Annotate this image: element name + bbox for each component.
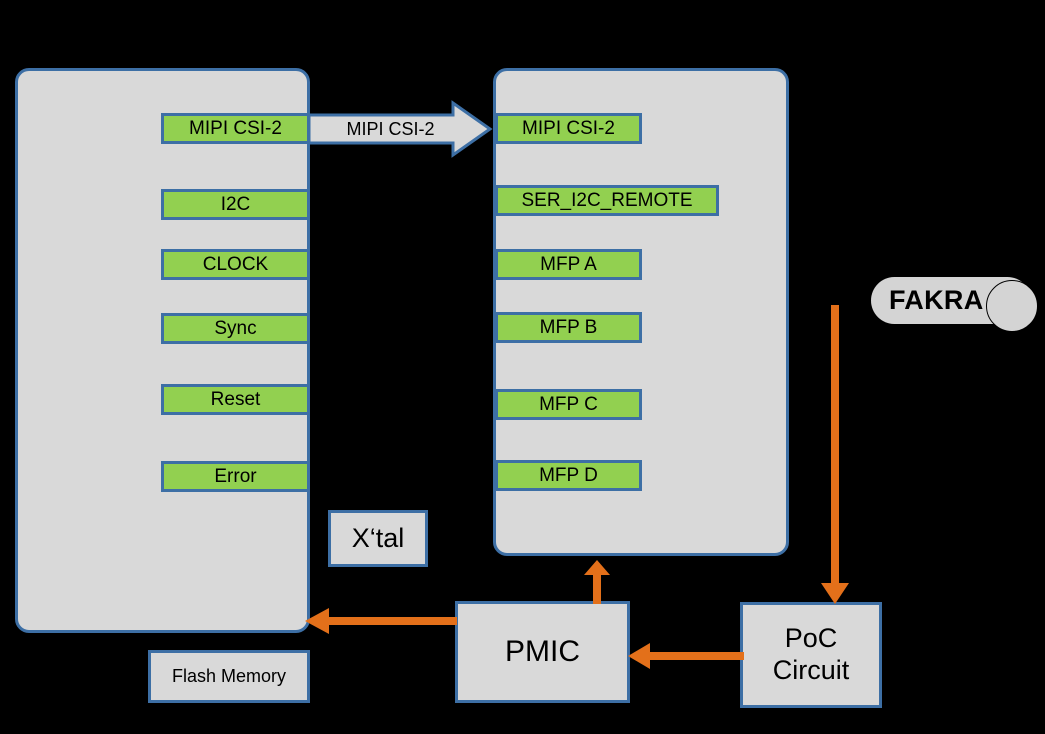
left-port-clock: CLOCK bbox=[161, 249, 310, 280]
left-port-label: CLOCK bbox=[202, 254, 269, 275]
mipi-csi-2-link-label: MIPI CSI-2 bbox=[346, 118, 435, 139]
pmic-label: PMIC bbox=[505, 635, 580, 668]
pmic-box: PMIC bbox=[455, 601, 630, 703]
flash-memory-box: Flash Memory bbox=[148, 650, 310, 703]
right-port-mfp-c: MFP C bbox=[495, 389, 642, 420]
left-port-i2c: I2C bbox=[161, 189, 310, 220]
poc-circuit-box: PoC Circuit bbox=[740, 602, 882, 708]
left-port-label: Sync bbox=[214, 318, 257, 339]
right-port-label: MFP D bbox=[539, 465, 598, 486]
arrow-fakra-to-poc bbox=[818, 305, 852, 605]
right-port-mfp-d: MFP D bbox=[495, 460, 642, 491]
right-port-label: MFP B bbox=[539, 317, 598, 338]
arrow-up-icon bbox=[584, 560, 610, 604]
left-port-label: Error bbox=[214, 466, 257, 487]
left-port-reset: Reset bbox=[161, 384, 310, 415]
arrow-pmic-to-right-module bbox=[582, 560, 612, 604]
arrow-left-icon bbox=[305, 608, 457, 634]
poc-circuit-label-line2: Circuit bbox=[772, 655, 850, 685]
flash-memory-label: Flash Memory bbox=[171, 666, 287, 686]
right-port-ser-i2c-remote: SER_I2C_REMOTE bbox=[495, 185, 719, 216]
fakra-circle-icon bbox=[986, 280, 1038, 332]
right-port-mfp-b: MFP B bbox=[495, 312, 642, 343]
xtal-label: X‘tal bbox=[351, 523, 405, 553]
mipi-csi-2-link-arrow: MIPI CSI-2 bbox=[307, 100, 493, 158]
left-port-sync: Sync bbox=[161, 313, 310, 344]
poc-circuit-label-line1: PoC bbox=[784, 623, 838, 654]
right-port-label: MFP C bbox=[539, 394, 598, 415]
right-port-label: SER_I2C_REMOTE bbox=[521, 190, 693, 211]
arrow-left-icon bbox=[628, 643, 744, 669]
left-port-mipi-csi-2: MIPI CSI-2 bbox=[161, 113, 310, 144]
left-module-panel bbox=[15, 68, 310, 633]
diagram-canvas: MIPI CSI-2 I2C CLOCK Sync Reset Error MI… bbox=[0, 0, 1045, 734]
left-port-label: I2C bbox=[220, 194, 251, 215]
left-port-label: Reset bbox=[210, 389, 261, 410]
right-port-mipi-csi-2: MIPI CSI-2 bbox=[495, 113, 642, 144]
xtal-box: X‘tal bbox=[328, 510, 428, 567]
left-port-label: MIPI CSI-2 bbox=[189, 118, 282, 139]
arrow-pmic-to-left-module bbox=[305, 606, 457, 636]
fakra-label: FAKRA bbox=[889, 285, 984, 315]
right-port-label: MIPI CSI-2 bbox=[522, 118, 615, 139]
arrow-down-icon bbox=[821, 305, 849, 604]
right-port-label: MFP A bbox=[540, 254, 597, 275]
left-port-error: Error bbox=[161, 461, 310, 492]
right-port-mfp-a: MFP A bbox=[495, 249, 642, 280]
arrow-poc-to-pmic bbox=[628, 641, 744, 671]
